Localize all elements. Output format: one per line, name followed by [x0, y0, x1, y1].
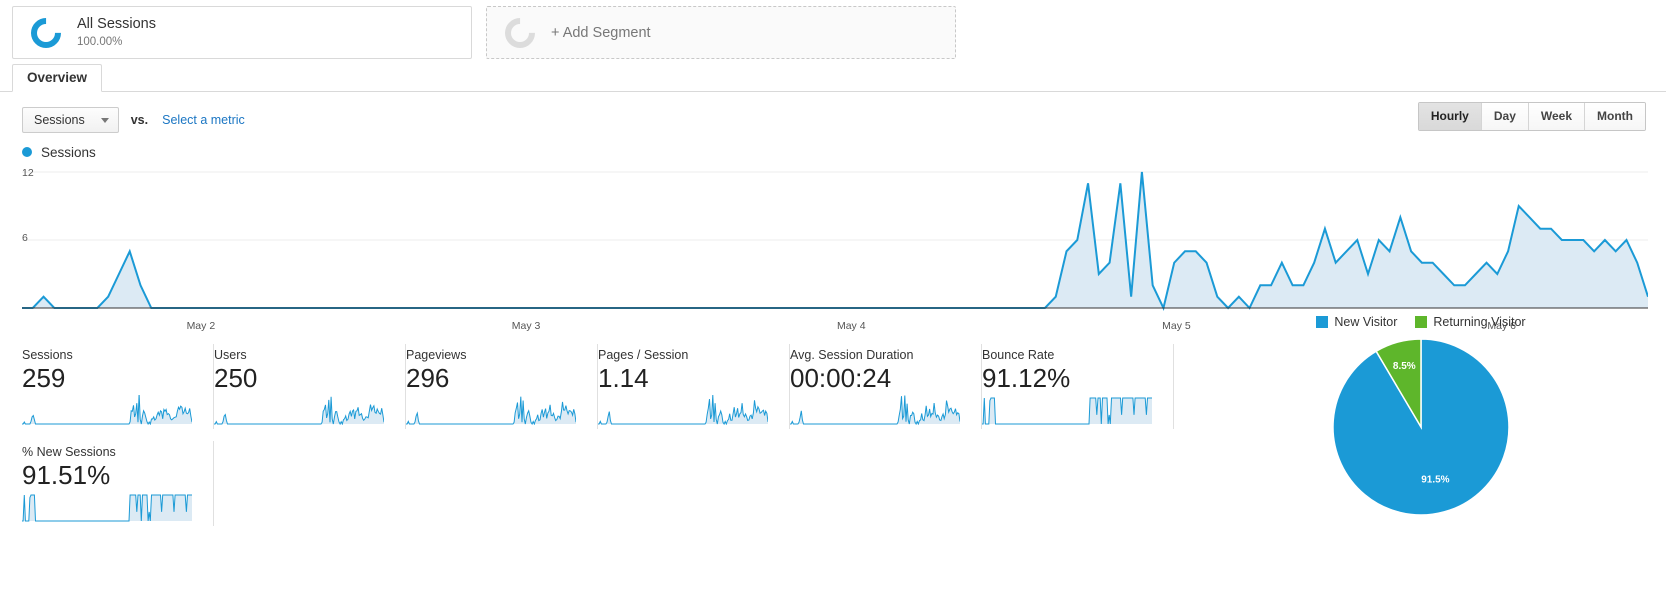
legend-swatch-returning-visitor — [1415, 316, 1428, 328]
legend-label-returning-visitor: Returning Visitor — [1433, 315, 1526, 329]
add-segment-label: + Add Segment — [551, 24, 651, 41]
metric-dropdown[interactable]: Sessions — [22, 107, 119, 133]
x-tick-label: May 2 — [186, 320, 216, 332]
sparkline — [22, 492, 192, 522]
metric-card-new-sessions[interactable]: % New Sessions 91.51% — [22, 441, 214, 526]
pie-legend-item-new-visitor[interactable]: New Visitor — [1316, 315, 1397, 329]
chart-controls: Sessions vs. Select a metric Hourly Day … — [0, 92, 1666, 136]
chart-legend: Sessions — [0, 136, 1666, 162]
sparkline — [598, 395, 768, 425]
pie-slice-label: 8.5% — [1393, 361, 1416, 372]
metric-value: 00:00:24 — [790, 363, 892, 393]
x-tick-label: May 5 — [1162, 320, 1191, 332]
segment-title: All Sessions — [77, 16, 156, 33]
analytics-overview-page: All Sessions 100.00% + Add Segment Overv… — [0, 0, 1666, 590]
metric-dropdown-label: Sessions — [34, 113, 85, 127]
sparkline — [22, 395, 192, 425]
add-segment-button[interactable]: + Add Segment — [486, 6, 956, 59]
metric-value: 250 — [214, 363, 258, 393]
pie-slice-label: 91.5% — [1421, 475, 1449, 486]
sparkline — [982, 395, 1152, 425]
granularity-hourly[interactable]: Hourly — [1418, 103, 1482, 130]
y-tick-mid: 6 — [22, 232, 28, 244]
metric-card-pages-per-session[interactable]: Pages / Session 1.14 — [598, 344, 790, 429]
sparkline — [406, 395, 576, 425]
metric-value: 259 — [22, 363, 66, 393]
metric-title: Users — [214, 348, 247, 362]
metric-value: 91.12% — [982, 363, 1071, 393]
x-tick-label: May 4 — [836, 320, 866, 332]
metric-value: 296 — [406, 363, 450, 393]
granularity-week[interactable]: Week — [1528, 103, 1586, 130]
segment-text: All Sessions 100.00% — [77, 15, 156, 50]
segment-bar: All Sessions 100.00% + Add Segment — [0, 0, 1666, 64]
donut-icon — [24, 11, 68, 54]
metric-value: 91.51% — [22, 460, 111, 490]
granularity-month[interactable]: Month — [1585, 103, 1645, 130]
y-tick-top: 12 — [22, 167, 34, 179]
vs-label: vs. — [130, 113, 149, 127]
metric-title: Bounce Rate — [982, 348, 1055, 362]
segment-all-sessions[interactable]: All Sessions 100.00% — [12, 6, 472, 59]
metric-title: Pages / Session — [598, 348, 689, 362]
legend-label-new-visitor: New Visitor — [1334, 315, 1398, 329]
pie-legend: New Visitor Returning Visitor — [1256, 315, 1586, 329]
x-tick-label: May 3 — [511, 320, 541, 332]
chevron-down-icon — [100, 117, 109, 123]
visitor-type-pie-chart[interactable]: 91.5% 8.5% — [1331, 337, 1511, 517]
metric-value: 1.14 — [598, 363, 649, 393]
legend-dot-icon — [22, 147, 32, 157]
pie-legend-item-returning-visitor[interactable]: Returning Visitor — [1415, 315, 1526, 329]
metric-title: Sessions — [22, 348, 73, 362]
metric-card-sessions[interactable]: Sessions 259 — [22, 344, 214, 429]
sparkline — [790, 395, 960, 425]
metric-title: Pageviews — [406, 348, 467, 362]
tab-overview[interactable]: Overview — [12, 64, 103, 92]
granularity-day[interactable]: Day — [1481, 103, 1529, 130]
select-metric-link[interactable]: Select a metric — [162, 113, 245, 127]
tab-strip: Overview — [0, 64, 1666, 92]
donut-placeholder-icon — [498, 11, 542, 54]
sessions-chart-svg — [22, 166, 1648, 316]
metric-title: % New Sessions — [22, 445, 116, 459]
metric-title: Avg. Session Duration — [790, 348, 914, 362]
metric-card-users[interactable]: Users 250 — [214, 344, 406, 429]
visitor-type-pie-panel: New Visitor Returning Visitor 91.5% 8.5% — [1256, 315, 1586, 517]
sessions-area-chart[interactable]: 12 6 — [22, 166, 1648, 316]
metric-card-bounce-rate[interactable]: Bounce Rate 91.12% — [982, 344, 1174, 429]
legend-label-sessions: Sessions — [41, 144, 96, 160]
metric-card-pageviews[interactable]: Pageviews 296 — [406, 344, 598, 429]
segment-percent: 100.00% — [77, 36, 123, 49]
granularity-button-group: Hourly Day Week Month — [1417, 102, 1646, 131]
sparkline — [214, 395, 384, 425]
metric-card-avg-session-duration[interactable]: Avg. Session Duration 00:00:24 — [790, 344, 982, 429]
metric-card-grid: Sessions 259 Users 250 Pageviews 296 Pag… — [22, 344, 1182, 526]
legend-swatch-new-visitor — [1316, 316, 1329, 328]
